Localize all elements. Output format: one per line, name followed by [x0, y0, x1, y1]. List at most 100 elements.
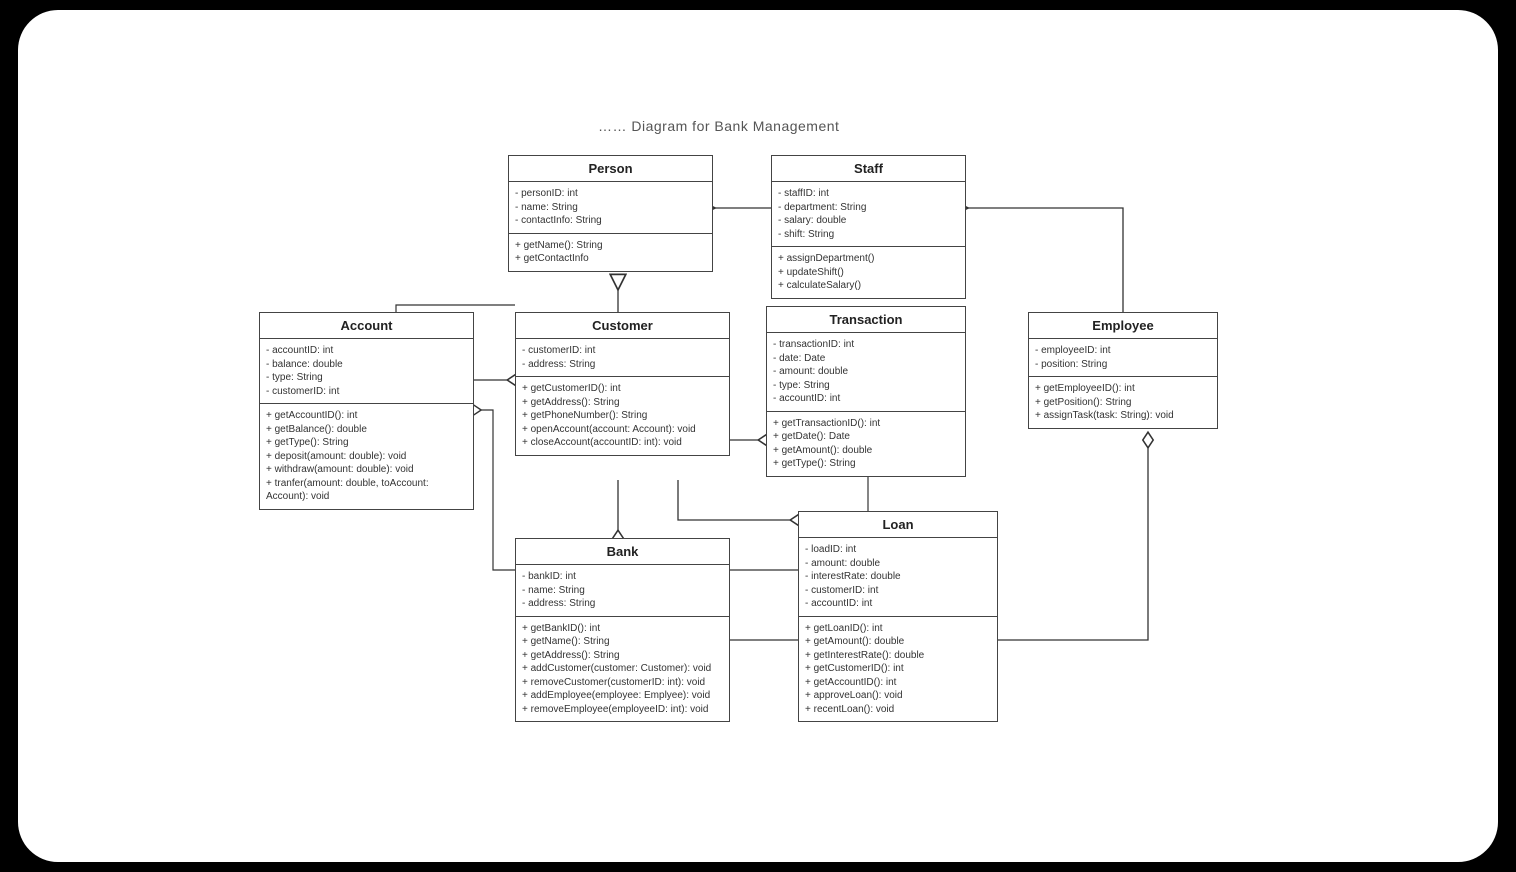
- uml-class-account: Account- accountID: int- balance: double…: [259, 312, 474, 510]
- uml-operation: + updateShift(): [778, 266, 959, 280]
- uml-operation: + getAccountID(): int: [805, 676, 991, 690]
- uml-class-transaction: Transaction- transactionID: int- date: D…: [766, 306, 966, 477]
- uml-attribute: - type: String: [773, 379, 959, 393]
- uml-class-attributes: - staffID: int- department: String- sala…: [772, 182, 965, 247]
- uml-operation: + getPhoneNumber(): String: [522, 409, 723, 423]
- uml-class-staff: Staff- staffID: int- department: String-…: [771, 155, 966, 299]
- uml-attribute: - accountID: int: [805, 597, 991, 611]
- uml-attribute: - bankID: int: [522, 570, 723, 584]
- uml-attribute: - type: String: [266, 371, 467, 385]
- uml-operation: + getType(): String: [773, 457, 959, 471]
- uml-class-person: Person- personID: int- name: String- con…: [508, 155, 713, 272]
- uml-operation: + getEmployeeID(): int: [1035, 382, 1211, 396]
- uml-attribute: - address: String: [522, 597, 723, 611]
- uml-class-title: Account: [260, 313, 473, 339]
- uml-class-title: Employee: [1029, 313, 1217, 339]
- rel-account-top-route: [396, 305, 515, 312]
- uml-class-attributes: - employeeID: int- position: String: [1029, 339, 1217, 377]
- uml-attribute: - position: String: [1035, 358, 1211, 372]
- uml-attribute: - contactInfo: String: [515, 214, 706, 228]
- uml-class-employee: Employee- employeeID: int- position: Str…: [1028, 312, 1218, 429]
- uml-operation: + getContactInfo: [515, 252, 706, 266]
- uml-class-operations: + getName(): String+ getContactInfo: [509, 234, 712, 271]
- uml-operation: + getAddress(): String: [522, 649, 723, 663]
- uml-attribute: - customerID: int: [522, 344, 723, 358]
- uml-attribute: - interestRate: double: [805, 570, 991, 584]
- uml-operation: + getName(): String: [522, 635, 723, 649]
- uml-class-attributes: - bankID: int- name: String- address: St…: [516, 565, 729, 617]
- uml-attribute: - customerID: int: [266, 385, 467, 399]
- uml-operation: + assignDepartment(): [778, 252, 959, 266]
- uml-class-title: Transaction: [767, 307, 965, 333]
- uml-operation: + getInterestRate(): double: [805, 649, 991, 663]
- uml-attribute: - date: Date: [773, 352, 959, 366]
- uml-attribute: - staffID: int: [778, 187, 959, 201]
- uml-operation: + getAmount(): double: [773, 444, 959, 458]
- uml-class-attributes: - transactionID: int- date: Date- amount…: [767, 333, 965, 412]
- uml-attribute: - name: String: [515, 201, 706, 215]
- uml-attribute: - salary: double: [778, 214, 959, 228]
- connectors-layer: [18, 10, 1498, 862]
- uml-operation: + calculateSalary(): [778, 279, 959, 293]
- uml-attribute: - transactionID: int: [773, 338, 959, 352]
- uml-attribute: - name: String: [522, 584, 723, 598]
- uml-operation: + removeCustomer(customerID: int): void: [522, 676, 723, 690]
- uml-class-title: Person: [509, 156, 712, 182]
- rel-customer-loan: [678, 480, 798, 520]
- uml-attribute: - accountID: int: [266, 344, 467, 358]
- uml-attribute: - amount: double: [805, 557, 991, 571]
- uml-class-operations: + getLoanID(): int+ getAmount(): double+…: [799, 617, 997, 722]
- rel-employee-staff: [968, 208, 1123, 312]
- uml-attribute: - employeeID: int: [1035, 344, 1211, 358]
- uml-class-title: Staff: [772, 156, 965, 182]
- uml-attribute: - department: String: [778, 201, 959, 215]
- uml-operation: + getCustomerID(): int: [522, 382, 723, 396]
- uml-class-bank: Bank- bankID: int- name: String- address…: [515, 538, 730, 722]
- uml-operation: + getLoanID(): int: [805, 622, 991, 636]
- diagram-canvas: …… Diagram for Bank Management: [18, 10, 1498, 862]
- uml-operation: + getAccountID(): int: [266, 409, 467, 423]
- uml-operation: + removeEmployee(employeeID: int): void: [522, 703, 723, 717]
- uml-class-loan: Loan- loadID: int- amount: double- inter…: [798, 511, 998, 722]
- uml-operation: + getCustomerID(): int: [805, 662, 991, 676]
- uml-operation: + assignTask(task: String): void: [1035, 409, 1211, 423]
- uml-class-operations: + assignDepartment()+ updateShift()+ cal…: [772, 247, 965, 298]
- uml-attribute: - shift: String: [778, 228, 959, 242]
- uml-attribute: - amount: double: [773, 365, 959, 379]
- uml-operation: + getBankID(): int: [522, 622, 723, 636]
- uml-operation: + getPosition(): String: [1035, 396, 1211, 410]
- uml-operation: + getType(): String: [266, 436, 467, 450]
- uml-attribute: - personID: int: [515, 187, 706, 201]
- uml-class-operations: + getEmployeeID(): int+ getPosition(): S…: [1029, 377, 1217, 428]
- uml-class-attributes: - loadID: int- amount: double- interestR…: [799, 538, 997, 617]
- uml-operation: + recentLoan(): void: [805, 703, 991, 717]
- uml-class-attributes: - customerID: int- address: String: [516, 339, 729, 377]
- uml-class-operations: + getBankID(): int+ getName(): String+ g…: [516, 617, 729, 722]
- uml-operation: + withdraw(amount: double): void: [266, 463, 467, 477]
- page-card: …… Diagram for Bank Management: [18, 10, 1498, 862]
- uml-attribute: - address: String: [522, 358, 723, 372]
- uml-operation: + getName(): String: [515, 239, 706, 253]
- uml-attribute: - balance: double: [266, 358, 467, 372]
- uml-class-title: Loan: [799, 512, 997, 538]
- uml-class-title: Bank: [516, 539, 729, 565]
- uml-operation: + addCustomer(customer: Customer): void: [522, 662, 723, 676]
- uml-operation: + getAddress(): String: [522, 396, 723, 410]
- diagram-title-partial: …… Diagram for Bank Management: [598, 118, 839, 134]
- uml-operation: + getAmount(): double: [805, 635, 991, 649]
- uml-operation: + tranfer(amount: double, toAccount: Acc…: [266, 477, 467, 504]
- uml-operation: + approveLoan(): void: [805, 689, 991, 703]
- uml-attribute: - loadID: int: [805, 543, 991, 557]
- uml-class-operations: + getTransactionID(): int+ getDate(): Da…: [767, 412, 965, 476]
- uml-operation: + getBalance(): double: [266, 423, 467, 437]
- uml-operation: + addEmployee(employee: Emplyee): void: [522, 689, 723, 703]
- rel-account-bank: [474, 410, 515, 570]
- uml-attribute: - accountID: int: [773, 392, 959, 406]
- uml-operation: + deposit(amount: double): void: [266, 450, 467, 464]
- uml-class-attributes: - personID: int- name: String- contactIn…: [509, 182, 712, 234]
- uml-class-operations: + getAccountID(): int+ getBalance(): dou…: [260, 404, 473, 509]
- uml-operation: + openAccount(account: Account): void: [522, 423, 723, 437]
- uml-class-attributes: - accountID: int- balance: double- type:…: [260, 339, 473, 404]
- uml-operation: + getTransactionID(): int: [773, 417, 959, 431]
- uml-class-customer: Customer- customerID: int- address: Stri…: [515, 312, 730, 456]
